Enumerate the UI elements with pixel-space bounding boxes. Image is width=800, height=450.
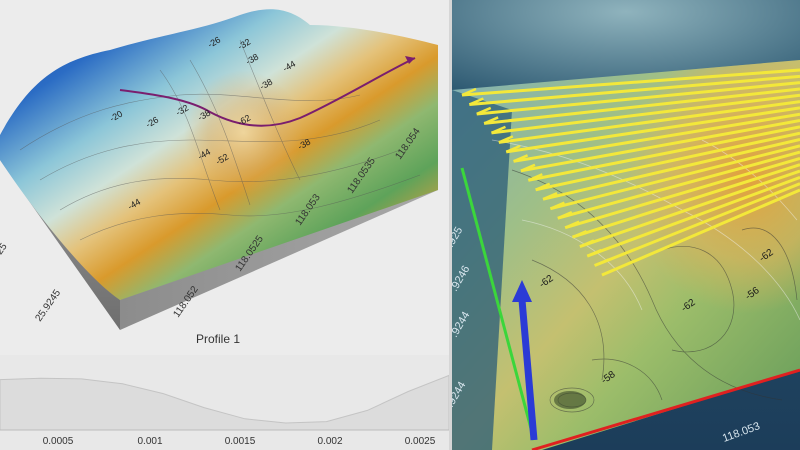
profile-axis-tick: 0.0015 <box>225 436 256 447</box>
terrain-svg: -20 -26-32 -38-44-62-52-38-44-38-32-26-44-… <box>0 9 449 450</box>
latitude-tick: .925 <box>0 241 10 264</box>
profile-chart: 0.0005 0.001 0.0015 0.002 0.0025 <box>0 355 449 450</box>
profile-axis-tick: 0.0025 <box>405 436 436 447</box>
slice-svg: -62-56-62-58-62 .925.9246.9244.9244 118.… <box>452 0 800 450</box>
profile-axis-tick: 0.0005 <box>43 436 74 447</box>
left-latitude-ticks: .925 25.9245 <box>0 241 63 324</box>
seabed-mound <box>554 391 586 409</box>
terrain-3d-view[interactable]: -20 -26 -32 -38 -44 -62 -52 -38 -44 -38 -32 -26 -44-… <box>0 0 449 450</box>
profile-title: Profile 1 <box>196 332 240 346</box>
visualization-stage: -20 -26 -32 -38 -44 -62 -52 -38 -44 -38 -32 -26 -44-… <box>0 0 800 450</box>
slice-3d-view[interactable]: -62 -56 -62 -58 -62 .925.9246.9244.9244 118.… <box>452 0 800 450</box>
profile-axis-tick: 0.002 <box>317 436 342 447</box>
longitude-tick: 118.053 <box>721 420 762 445</box>
profile-axis-tick: 0.001 <box>137 436 162 447</box>
right-longitude-ticks: 118.053 <box>721 420 762 445</box>
latitude-tick: 25.9245 <box>33 287 63 323</box>
